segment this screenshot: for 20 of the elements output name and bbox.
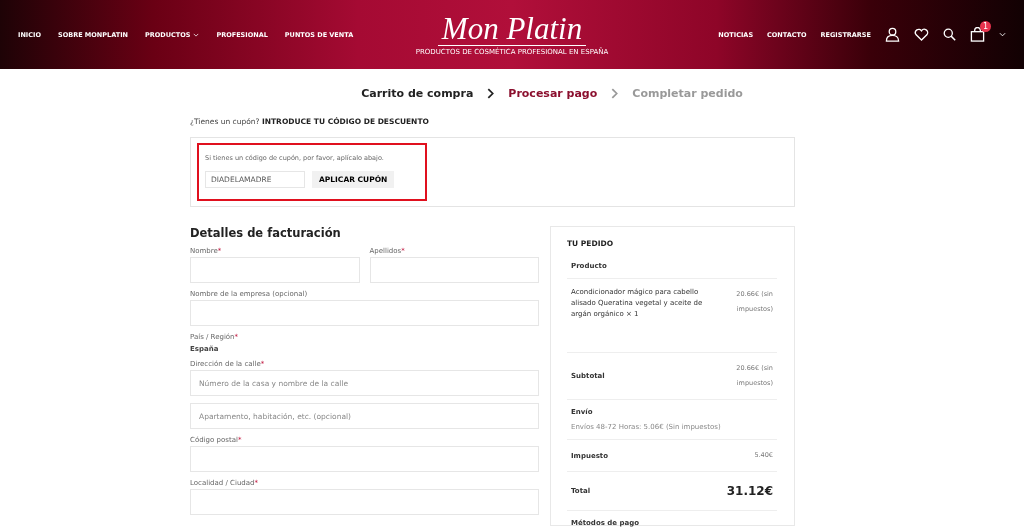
input-field[interactable] <box>190 257 360 283</box>
checkout-step: Procesar pago <box>508 86 598 100</box>
checkout-step: Carrito de compra <box>361 86 474 100</box>
cart-count-badge: 1 <box>980 21 991 32</box>
total-value: 31.12€ <box>726 484 773 498</box>
caret-icon <box>193 32 200 37</box>
chevron-icon <box>487 87 495 99</box>
caret-icon[interactable] <box>999 32 1006 37</box>
chevron-icon <box>611 87 619 99</box>
search-icon[interactable] <box>943 28 956 41</box>
input-field[interactable] <box>369 257 539 283</box>
checkout-step: Completar pedido <box>632 86 743 100</box>
billing-title: Detalles de facturación <box>190 226 342 240</box>
user-icon[interactable] <box>885 27 900 42</box>
input-field[interactable] <box>190 489 539 515</box>
heart-icon[interactable] <box>914 28 929 41</box>
input-field[interactable] <box>190 446 539 472</box>
logo[interactable]: Mon Platin <box>437 13 587 46</box>
input-field[interactable] <box>190 300 539 326</box>
shopping-bag-icon[interactable] <box>970 27 985 42</box>
